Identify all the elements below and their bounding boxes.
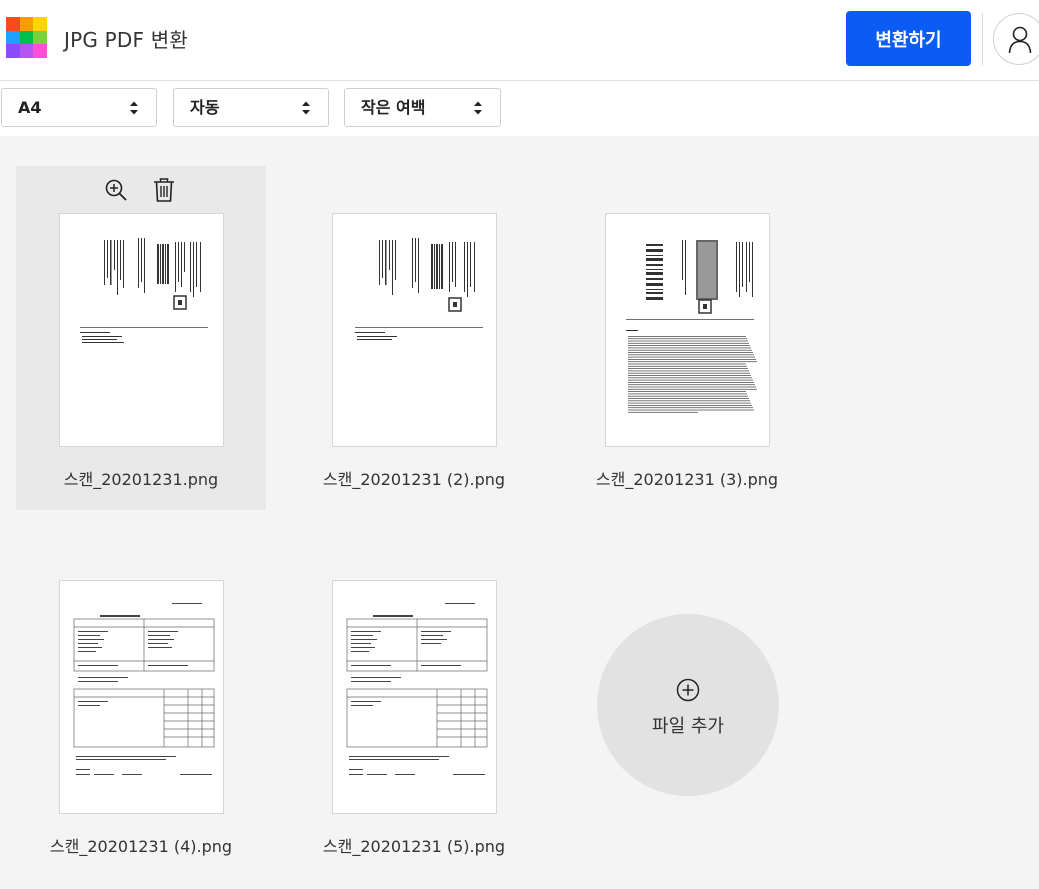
app-title: JPG PDF 변환 bbox=[64, 28, 188, 52]
page-size-select[interactable]: A4 bbox=[1, 88, 157, 127]
sort-caret-icon bbox=[302, 101, 310, 115]
shipping-label-preview bbox=[80, 238, 208, 343]
user-account-button[interactable] bbox=[993, 13, 1039, 65]
margin-value: 작은 여백 bbox=[361, 98, 426, 117]
sort-caret-icon bbox=[130, 101, 138, 115]
orientation-select[interactable]: 자동 bbox=[173, 88, 329, 127]
add-file-label: 파일 추가 bbox=[652, 716, 724, 737]
file-card[interactable]: 스캔_20201231 (5).png bbox=[289, 533, 539, 877]
file-thumbnail bbox=[332, 580, 497, 814]
file-name: 스캔_20201231 (5).png bbox=[322, 837, 506, 856]
card-actions bbox=[104, 178, 184, 202]
trash-icon[interactable] bbox=[152, 177, 176, 203]
invoice-preview bbox=[346, 603, 488, 775]
file-name: 스캔_20201231 (4).png bbox=[49, 837, 233, 856]
options-toolbar: A4 자동 작은 여백 bbox=[0, 81, 1039, 136]
header-divider bbox=[982, 13, 983, 65]
plus-circle-icon bbox=[676, 678, 700, 702]
logo-tile bbox=[19, 44, 34, 58]
logo-tile bbox=[6, 30, 20, 45]
logo-tile bbox=[6, 44, 20, 58]
file-thumbnail bbox=[332, 213, 497, 447]
add-file-button[interactable]: 파일 추가 bbox=[597, 614, 779, 796]
logo-tile bbox=[33, 30, 47, 45]
orientation-value: 자동 bbox=[190, 98, 220, 117]
shipping-label-preview bbox=[626, 240, 757, 413]
sort-caret-icon bbox=[474, 101, 482, 115]
logo-tile bbox=[19, 17, 34, 31]
logo-tile bbox=[6, 17, 20, 31]
file-thumbnail bbox=[59, 213, 224, 447]
file-name: 스캔_20201231.png bbox=[63, 470, 219, 489]
file-card[interactable]: 스캔_20201231 (3).png bbox=[562, 166, 812, 510]
invoice-preview bbox=[73, 603, 215, 775]
app-logo bbox=[6, 17, 47, 58]
file-name: 스캔_20201231 (2).png bbox=[322, 470, 506, 489]
page-size-value: A4 bbox=[18, 98, 42, 117]
shipping-label-preview bbox=[355, 238, 483, 340]
logo-tile bbox=[19, 30, 34, 45]
file-card[interactable]: 스캔_20201231 (2).png bbox=[289, 166, 539, 510]
file-card[interactable]: 스캔_20201231 (4).png bbox=[16, 533, 266, 877]
app-header: JPG PDF 변환 변환하기 bbox=[0, 0, 1039, 81]
file-name: 스캔_20201231 (3).png bbox=[595, 470, 779, 489]
file-card[interactable]: 스캔_20201231.png bbox=[16, 166, 266, 510]
file-thumbnail bbox=[59, 580, 224, 814]
logo-tile bbox=[33, 44, 47, 58]
logo-tile bbox=[33, 17, 47, 31]
user-icon bbox=[1008, 26, 1032, 54]
file-thumbnail bbox=[605, 213, 770, 447]
margin-select[interactable]: 작은 여백 bbox=[344, 88, 501, 127]
convert-button[interactable]: 변환하기 bbox=[846, 11, 971, 66]
zoom-in-icon[interactable] bbox=[104, 178, 128, 202]
